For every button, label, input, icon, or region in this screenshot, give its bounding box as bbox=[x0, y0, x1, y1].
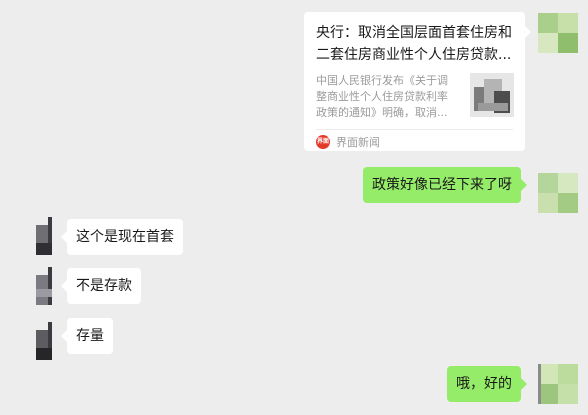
message-bubble-outgoing[interactable]: 政策好像已经下来了呀 bbox=[363, 167, 527, 203]
shared-article-card[interactable]: 央行：取消全国层面首套住房和 二套住房商业性个人住房贷款... 中国人民银行发布… bbox=[304, 12, 531, 151]
source-name: 界面新闻 bbox=[336, 136, 380, 149]
card-divider bbox=[316, 129, 513, 130]
avatar[interactable] bbox=[538, 173, 578, 213]
message-bubble-incoming[interactable]: 存量 bbox=[61, 318, 113, 354]
avatar[interactable] bbox=[538, 13, 578, 53]
message-bubble-incoming[interactable]: 不是存款 bbox=[61, 268, 141, 304]
article-thumbnail-image bbox=[470, 73, 514, 117]
message-bubble-incoming[interactable]: 这个是现在首套 bbox=[61, 219, 183, 255]
avatar[interactable] bbox=[538, 364, 578, 404]
message-bubble-outgoing[interactable]: 哦，好的 bbox=[447, 366, 527, 402]
article-source: 界面 界面新闻 bbox=[316, 133, 380, 151]
article-title: 央行：取消全国层面首套住房和 二套住房商业性个人住房贷款... bbox=[316, 25, 512, 63]
article-description: 中国人民银行发布《关于调 整商业性个人住房贷款利率 政策的通知》明确，取消... bbox=[316, 74, 448, 119]
avatar[interactable] bbox=[30, 322, 70, 362]
source-logo-icon: 界面 bbox=[316, 135, 330, 149]
